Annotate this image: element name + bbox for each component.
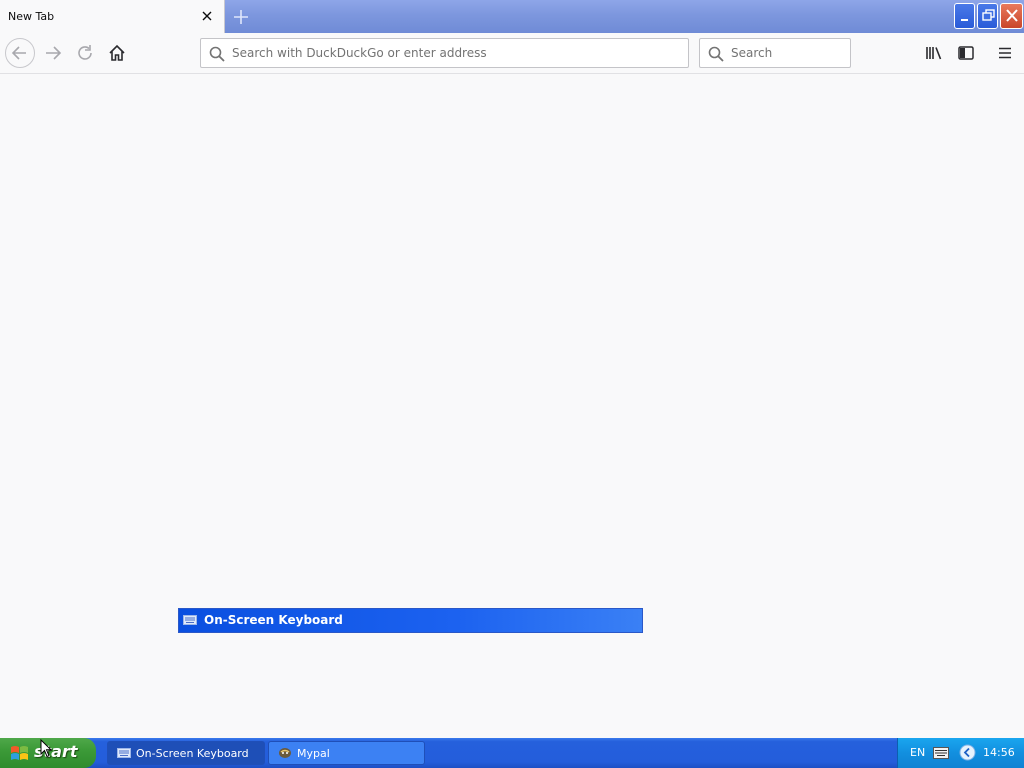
new-tab-button[interactable] xyxy=(230,6,252,28)
search-icon xyxy=(209,46,225,62)
close-icon xyxy=(1006,9,1018,22)
tab-title: New Tab xyxy=(8,10,55,23)
search-input[interactable] xyxy=(731,39,846,67)
window-title: On-Screen Keyboard xyxy=(204,613,343,627)
restore-button[interactable] xyxy=(977,3,998,29)
mypal-icon xyxy=(279,748,291,758)
library-button[interactable] xyxy=(921,40,947,66)
hamburger-menu-button[interactable] xyxy=(992,40,1018,66)
search-bar[interactable] xyxy=(699,38,851,68)
keyboard-icon xyxy=(117,748,131,758)
forward-button[interactable] xyxy=(40,40,66,66)
taskbar-item-label: On-Screen Keyboard xyxy=(136,747,249,760)
address-input[interactable] xyxy=(232,39,682,67)
chevron-left-icon[interactable] xyxy=(959,744,976,761)
language-indicator[interactable]: EN xyxy=(910,746,925,759)
search-icon xyxy=(708,46,724,62)
keyboard-icon[interactable] xyxy=(933,747,949,759)
taskbar-item-on-screen-keyboard[interactable]: On-Screen Keyboard xyxy=(107,741,265,765)
close-tab-icon[interactable] xyxy=(199,8,215,24)
restore-icon xyxy=(982,9,995,21)
windows-logo-icon xyxy=(11,746,28,760)
taskbar: start On-Screen Keyboard Mypal EN 14:56 xyxy=(0,738,1024,768)
taskbar-item-label: Mypal xyxy=(297,747,330,760)
address-bar[interactable] xyxy=(200,38,689,68)
minimize-button[interactable] xyxy=(954,3,975,29)
sidebar-toggle-button[interactable] xyxy=(953,40,979,66)
taskbar-item-mypal[interactable]: Mypal xyxy=(268,741,425,765)
navigation-toolbar xyxy=(0,33,1024,74)
page-content xyxy=(0,74,1024,738)
home-button[interactable] xyxy=(104,40,130,66)
back-arrow-icon xyxy=(11,46,26,60)
tab-new-tab[interactable]: New Tab xyxy=(0,0,225,33)
close-window-button[interactable] xyxy=(1000,3,1023,29)
back-button[interactable] xyxy=(5,38,35,68)
reload-button[interactable] xyxy=(72,40,98,66)
keyboard-icon xyxy=(183,615,197,625)
system-tray: EN 14:56 xyxy=(897,738,1024,768)
minimize-icon xyxy=(961,19,968,21)
mouse-cursor-icon xyxy=(40,739,52,758)
on-screen-keyboard-window-titlebar[interactable]: On-Screen Keyboard xyxy=(178,608,643,633)
clock: 14:56 xyxy=(983,746,1015,759)
browser-titlebar: New Tab xyxy=(0,0,1024,33)
